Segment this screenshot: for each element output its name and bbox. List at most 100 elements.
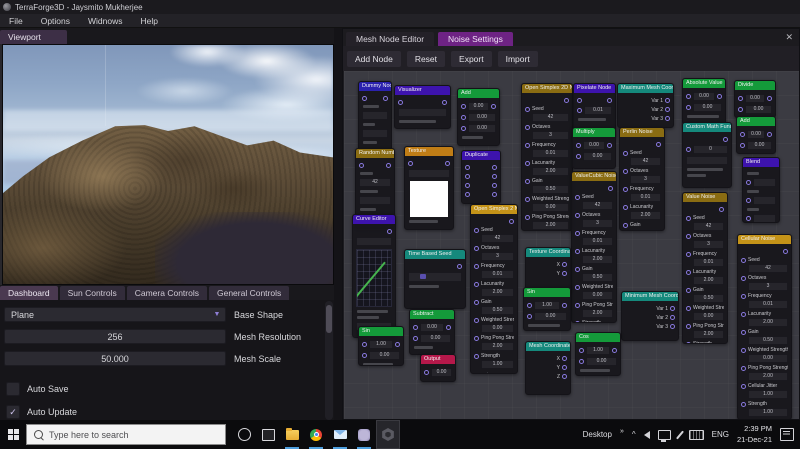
node-pin[interactable] (461, 104, 466, 109)
param-value-box[interactable]: 2.00 (532, 221, 569, 230)
node-blend[interactable]: Blend (742, 157, 780, 223)
node-value-box[interactable] (362, 129, 388, 138)
node-pin[interactable] (562, 365, 567, 370)
task-view-button[interactable] (256, 420, 280, 449)
node-cos[interactable]: Cos 1.00 0.00 (575, 332, 621, 376)
menu-help[interactable]: Help (131, 16, 166, 26)
param-value-box[interactable]: 0.00 (748, 354, 788, 363)
node-pin[interactable] (741, 311, 746, 317)
node-pin[interactable] (562, 356, 567, 361)
node-pin[interactable] (579, 348, 584, 353)
cortana-button[interactable] (232, 420, 256, 449)
node-visualizer[interactable]: Visualizer (394, 85, 451, 129)
base-shape-combo[interactable]: Plane ▼ (4, 307, 226, 322)
node-pin[interactable] (362, 96, 367, 101)
node-value-box[interactable] (408, 169, 450, 178)
node-value-box[interactable]: 0.00 (420, 334, 451, 343)
mesh-scale-input[interactable]: 50.000 (4, 351, 226, 366)
texture-preview[interactable] (410, 181, 448, 217)
node-pin[interactable] (741, 383, 746, 389)
node-pin[interactable] (665, 98, 670, 103)
mesh-resolution-input[interactable]: 256 (4, 329, 226, 344)
node-pin[interactable] (623, 222, 628, 228)
param-value-box[interactable]: 0.50 (582, 273, 613, 282)
pen-icon[interactable] (675, 430, 684, 439)
node-pin[interactable] (741, 365, 746, 371)
menu-options[interactable]: Options (32, 16, 79, 26)
param-value-box[interactable]: 0.50 (748, 336, 788, 345)
node-pin[interactable] (387, 229, 392, 234)
node-pin[interactable] (383, 96, 388, 101)
auto-update-checkbox[interactable]: ✓ (6, 405, 20, 419)
node-value-box[interactable] (686, 156, 728, 165)
param-value-box[interactable]: 2.00 (630, 211, 661, 220)
node-pin[interactable] (413, 336, 418, 341)
chrome-button[interactable] (304, 420, 328, 449)
node-pin[interactable] (740, 143, 745, 148)
node-value-box[interactable]: 0.00 (747, 141, 772, 150)
node-pin[interactable] (575, 320, 580, 322)
node-canvas[interactable]: Dummy Node Visualizer Add 0.00 0.00 0.00 Rando… (344, 71, 799, 419)
import-button[interactable]: Import (497, 50, 538, 67)
param-value-box[interactable]: 2.00 (693, 330, 724, 339)
node-pin[interactable] (413, 325, 418, 330)
node-value-box[interactable]: 1.00 (586, 346, 610, 355)
node-pin[interactable] (446, 325, 451, 330)
node-pin[interactable] (575, 230, 580, 236)
param-value-box[interactable]: 0.00 (582, 291, 613, 300)
node-value-box[interactable]: 0.00 (745, 105, 772, 114)
param-value-box[interactable]: 1.00 (481, 360, 514, 369)
node-value-box[interactable]: 42 (359, 178, 391, 187)
tab-camera-controls[interactable]: Camera Controls (126, 286, 207, 300)
tab-sun-controls[interactable]: Sun Controls (59, 286, 125, 300)
node-value-box[interactable] (753, 214, 776, 222)
node-pin[interactable] (474, 281, 479, 287)
node-value-box[interactable] (753, 196, 776, 205)
param-value-box[interactable]: 42 (582, 201, 613, 210)
node-pin[interactable] (576, 143, 581, 148)
node-pin[interactable] (612, 348, 617, 353)
tab-mesh-node-editor[interactable]: Mesh Node Editor (346, 32, 435, 46)
node-value-box[interactable]: 0.00 (693, 103, 722, 112)
node-pin[interactable] (741, 293, 746, 299)
node-pin[interactable] (575, 194, 580, 200)
node-pin[interactable] (525, 196, 530, 202)
node-pin[interactable] (424, 370, 429, 375)
node-value-box[interactable]: 0.00 (586, 357, 617, 366)
node-pin[interactable] (686, 323, 691, 329)
touch-keyboard-icon[interactable] (688, 429, 704, 440)
node-curve-editor[interactable]: Curve Editor (352, 214, 396, 338)
node-pin[interactable] (746, 180, 751, 185)
node-pin[interactable] (738, 107, 743, 112)
node-value-box[interactable]: 0 (693, 145, 728, 154)
node-sin[interactable]: Sin 1.00 0.00 (523, 287, 571, 331)
node-pin[interactable] (623, 150, 628, 156)
node-custom-math-function[interactable]: Custom Math Function 0 (682, 122, 732, 188)
node-pin[interactable] (509, 219, 514, 224)
node-pin[interactable] (525, 214, 530, 220)
node-pin[interactable] (527, 303, 532, 308)
node-value-box[interactable]: 1.00 (534, 301, 560, 310)
node-pin[interactable] (686, 233, 691, 239)
param-value-box[interactable]: 3 (748, 282, 788, 291)
node-value-box[interactable]: 0.00 (583, 152, 612, 161)
node-value-box[interactable]: 0.01 (584, 106, 612, 115)
node-pin[interactable] (474, 353, 479, 359)
volume-icon[interactable] (643, 430, 650, 439)
node-pin[interactable] (738, 96, 743, 101)
node-sin[interactable]: Sin 1.00 0.00 (358, 326, 404, 366)
node-pin[interactable] (474, 317, 479, 323)
node-pin[interactable] (741, 347, 746, 353)
node-pin[interactable] (686, 305, 691, 311)
node-pin[interactable] (686, 269, 691, 275)
node-pin[interactable] (577, 108, 582, 113)
dashboard-scrollbar[interactable] (325, 301, 333, 420)
tab-noise-settings[interactable]: Noise Settings (438, 32, 513, 46)
param-value-box[interactable]: 2.00 (481, 288, 514, 297)
node-dummy-node[interactable]: Dummy Node (358, 81, 392, 151)
taskbar-clock[interactable]: 2:39 PM 21-Dec-21 (737, 424, 772, 444)
node-pin[interactable] (359, 163, 364, 168)
node-output[interactable]: Output 0.00 (420, 354, 456, 382)
node-value-box[interactable] (398, 108, 447, 117)
node-value-box[interactable]: 0.00 (747, 130, 765, 139)
